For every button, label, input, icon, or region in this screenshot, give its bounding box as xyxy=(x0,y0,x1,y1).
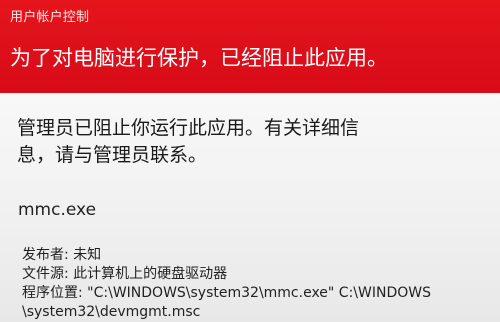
publisher-row: 发布者: 未知 xyxy=(22,246,492,265)
app-details: 发布者: 未知 文件源: 此计算机上的硬盘驱动器 程序位置: "C:\WINDO… xyxy=(22,246,492,322)
location-value-line2: \system32\devmgmt.msc xyxy=(22,304,201,320)
location-row: 程序位置: "C:\WINDOWS\system32\mmc.exe" C:\W… xyxy=(22,284,492,322)
uac-body: 管理员已阻止你运行此应用。有关详细信 息，请与管理员联系。 mmc.exe 发布… xyxy=(0,93,500,322)
location-value-line1: "C:\WINDOWS\system32\mmc.exe" C:\WINDOWS xyxy=(87,285,431,301)
publisher-label: 发布者: xyxy=(22,247,69,263)
source-row: 文件源: 此计算机上的硬盘驱动器 xyxy=(22,265,492,284)
publisher-value: 未知 xyxy=(73,247,102,263)
uac-dialog: 用户帐户控制 为了对电脑进行保护，已经阻止此应用。 管理员已阻止你运行此应用。有… xyxy=(0,0,500,322)
window-title: 用户帐户控制 xyxy=(10,10,90,25)
admin-message: 管理员已阻止你运行此应用。有关详细信 息，请与管理员联系。 xyxy=(17,115,487,169)
source-label: 文件源: xyxy=(22,266,69,282)
source-value: 此计算机上的硬盘驱动器 xyxy=(73,266,228,282)
app-name: mmc.exe xyxy=(18,200,97,220)
uac-header: 用户帐户控制 为了对电脑进行保护，已经阻止此应用。 xyxy=(0,0,500,93)
admin-message-line2: 息，请与管理员联系。 xyxy=(17,144,208,166)
location-label: 程序位置: xyxy=(22,285,83,301)
admin-message-line1: 管理员已阻止你运行此应用。有关详细信 xyxy=(17,117,360,139)
blocked-headline: 为了对电脑进行保护，已经阻止此应用。 xyxy=(10,46,388,70)
